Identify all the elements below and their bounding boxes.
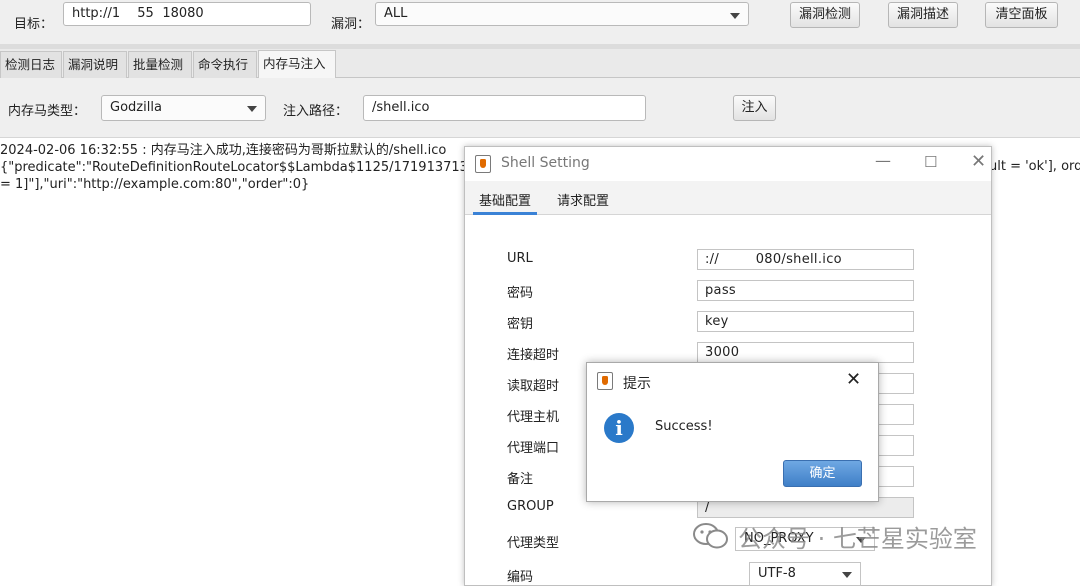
password-label: 密码 — [507, 286, 534, 301]
success-dialog: 提示 ✕ i Success! 确定 — [586, 362, 879, 502]
target-url-input[interactable]: http://1 55 18080 — [63, 2, 311, 26]
wechat-icon — [693, 523, 728, 549]
java-app-icon — [475, 155, 491, 173]
key-label: 密钥 — [507, 317, 534, 332]
main-tabbar: 检测日志 漏洞说明 批量检测 命令执行 内存马注入 — [0, 49, 1080, 79]
encoding-select[interactable]: UTF-8 — [749, 562, 861, 586]
inject-panel: 内存马类型： Godzilla 注入路径： /shell.ico 注入 — [0, 78, 1080, 138]
chevron-down-icon — [247, 106, 257, 112]
proxy-port-label: 代理端口 — [507, 441, 560, 456]
settings-tabbar: 基础配置 请求配置 — [465, 181, 991, 215]
tab-memshell-inject[interactable]: 内存马注入 — [258, 50, 336, 79]
tab-vuln-info[interactable]: 漏洞说明 — [63, 51, 127, 78]
inject-path-input[interactable]: /shell.ico — [363, 95, 646, 121]
maximize-icon[interactable]: ☐ — [924, 153, 937, 171]
vuln-select-value: ALL — [384, 6, 408, 21]
vuln-label: 漏洞： — [331, 17, 371, 32]
memshell-type-select[interactable]: Godzilla — [101, 95, 266, 121]
describe-button[interactable]: 漏洞描述 — [888, 2, 958, 28]
remark-label: 备注 — [507, 472, 534, 487]
url-label: URL — [507, 251, 533, 266]
read-timeout-label: 读取超时 — [507, 379, 560, 394]
target-label: 目标： — [14, 17, 54, 32]
close-icon[interactable]: ✕ — [971, 151, 986, 172]
top-toolbar: 目标： http://1 55 18080 漏洞： ALL 漏洞检测 漏洞描述 … — [0, 0, 1080, 44]
memshell-type-label: 内存马类型： — [8, 104, 87, 119]
java-app-icon — [597, 372, 613, 390]
proxy-type-label: 代理类型 — [507, 536, 560, 551]
clear-panel-button[interactable]: 清空面板 — [985, 2, 1058, 28]
inject-button[interactable]: 注入 — [733, 95, 776, 121]
info-icon: i — [604, 413, 634, 443]
ok-button[interactable]: 确定 — [783, 460, 862, 487]
url-field[interactable]: :// 080/shell.ico — [697, 249, 914, 270]
watermark-text: 公众号 · 七芒星实验室 — [738, 525, 977, 553]
tab-basic-config[interactable]: 基础配置 — [472, 190, 538, 215]
close-icon[interactable]: ✕ — [846, 369, 861, 390]
window-title: Shell Setting — [501, 155, 590, 171]
group-label: GROUP — [507, 499, 554, 514]
inject-path-label: 注入路径： — [283, 104, 349, 119]
chevron-down-icon — [730, 13, 740, 19]
tab-command-exec[interactable]: 命令执行 — [193, 51, 257, 78]
password-field[interactable]: pass — [697, 280, 914, 301]
encoding-label: 编码 — [507, 570, 534, 585]
dialog-title: 提示 — [623, 376, 651, 392]
key-field[interactable]: key — [697, 311, 914, 332]
connect-timeout-field[interactable]: 3000 — [697, 342, 914, 363]
dialog-message: Success! — [655, 419, 713, 434]
proxy-host-label: 代理主机 — [507, 410, 560, 425]
chevron-down-icon — [842, 572, 852, 578]
detect-button[interactable]: 漏洞检测 — [790, 2, 860, 28]
vuln-select[interactable]: ALL — [375, 2, 749, 26]
tab-batch-detect[interactable]: 批量检测 — [128, 51, 192, 78]
memshell-type-value: Godzilla — [110, 100, 162, 115]
tab-request-config[interactable]: 请求配置 — [557, 190, 609, 209]
window-titlebar[interactable]: Shell Setting — ☐ ✕ — [465, 147, 991, 181]
connect-timeout-label: 连接超时 — [507, 348, 560, 363]
minimize-icon[interactable]: — — [875, 151, 891, 170]
log-line-tail: ult = 'ok'], orde — [989, 159, 1080, 174]
tab-detect-log[interactable]: 检测日志 — [0, 51, 62, 78]
